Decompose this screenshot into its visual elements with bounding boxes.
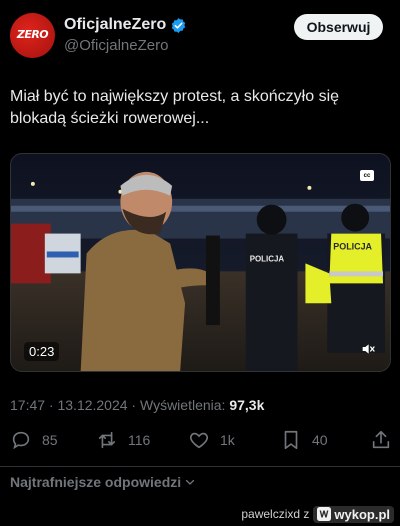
verified-badge-icon xyxy=(172,17,186,33)
heart-icon xyxy=(189,432,209,449)
watermark-badge: wykop.pl xyxy=(313,505,394,523)
repost-icon xyxy=(98,431,116,449)
replies-sort-label: Najtrafniejsze odpowiedzi xyxy=(10,474,182,490)
reply-button[interactable]: 85 xyxy=(10,428,58,452)
like-button[interactable]: 1k xyxy=(188,428,235,452)
tweet-meta: 17:47 · 13.12.2024 · Wyświetlenia: 97,3k xyxy=(10,397,264,413)
watermark: pawelczixd z wykop.pl xyxy=(241,504,394,524)
tweet-text: Miał być to największy protest, a skończ… xyxy=(10,88,340,127)
tweet-header: ZERO OficjalneZero @OficjalneZero Obserw… xyxy=(0,0,400,72)
police-vest-text: POLICJA xyxy=(333,241,372,251)
avatar[interactable]: ZERO xyxy=(10,13,55,58)
reply-icon xyxy=(12,431,30,450)
watermark-site: wykop.pl xyxy=(334,506,390,522)
views-count: 97,3k xyxy=(229,397,265,413)
divider xyxy=(0,466,400,467)
tweet-timestamp[interactable]: 17:47 · 13.12.2024 · Wyświetlenia: xyxy=(10,397,229,413)
police-jacket-text: POLICJA xyxy=(250,254,285,263)
chevron-down-icon xyxy=(186,479,195,485)
repost-button[interactable]: 116 xyxy=(96,428,150,452)
share-icon xyxy=(372,430,390,449)
bookmark-button[interactable]: 40 xyxy=(280,428,328,452)
bookmark-icon xyxy=(284,430,298,450)
video-duration: 0:23 xyxy=(24,342,60,361)
video-player[interactable]: POLICJA POLICJA cc 0:23 xyxy=(10,153,391,372)
repost-count: 116 xyxy=(128,432,151,448)
replies-sort-selector[interactable]: Najtrafniejsze odpowiedzi xyxy=(10,474,196,490)
captions-icon[interactable]: cc xyxy=(360,170,374,181)
tweet-actions: 85 116 1k 40 xyxy=(0,428,400,452)
watermark-user: pawelczixd z xyxy=(241,507,310,521)
author-handle[interactable]: @OficjalneZero xyxy=(64,37,168,54)
author-name-row: OficjalneZero xyxy=(64,16,187,34)
bookmark-count: 40 xyxy=(312,432,328,448)
video-frame: POLICJA POLICJA xyxy=(11,154,390,371)
avatar-logo-text: ZERO xyxy=(16,28,49,41)
reply-count: 85 xyxy=(42,432,58,448)
share-button[interactable] xyxy=(370,428,392,452)
wykop-logo-icon xyxy=(317,507,332,521)
author-display-name[interactable]: OficjalneZero xyxy=(64,16,166,34)
like-count: 1k xyxy=(220,432,235,448)
follow-button[interactable]: Obserwuj xyxy=(294,14,383,40)
mute-icon[interactable] xyxy=(360,341,376,357)
